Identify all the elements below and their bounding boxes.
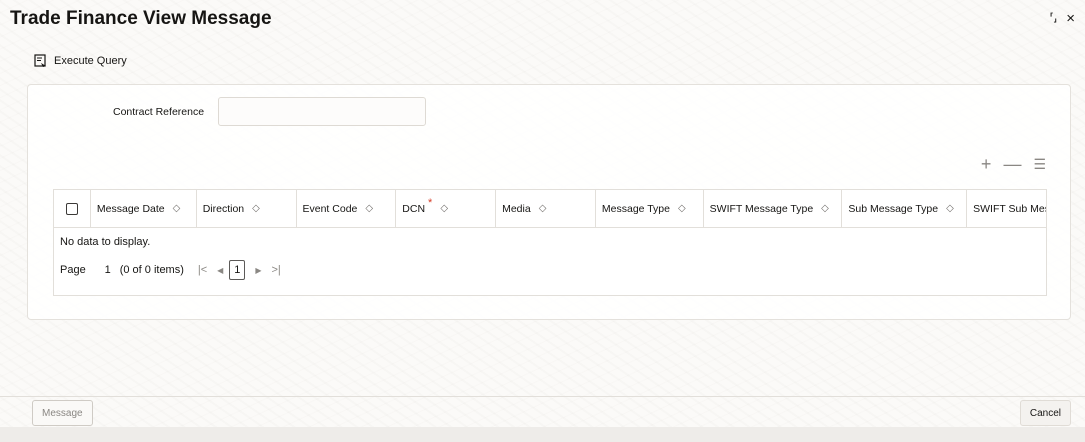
empty-state-text: No data to display.: [60, 236, 151, 248]
query-panel: Contract Reference + — ☰ Message Date ◇ …: [27, 84, 1071, 320]
execute-query-button[interactable]: Execute Query: [34, 54, 127, 68]
column-header-direction[interactable]: Direction ◇: [195, 190, 296, 227]
page-title: Trade Finance View Message: [10, 8, 272, 29]
remove-row-icon[interactable]: —: [1003, 155, 1021, 173]
grid-header: Message Date ◇ Direction ◇ Event Code ◇ …: [54, 190, 1046, 228]
sort-icon: ◇: [946, 203, 954, 214]
column-label: SWIFT Message Type: [709, 202, 814, 215]
select-all-checkbox[interactable]: [65, 202, 78, 215]
column-header-event-code[interactable]: Event Code ◇: [295, 190, 396, 227]
select-all-cell: [54, 190, 90, 227]
columns-list-icon[interactable]: ☰: [1033, 157, 1046, 171]
required-indicator: *: [428, 196, 433, 209]
column-label: Message Date: [96, 202, 165, 215]
current-page-button[interactable]: 1: [229, 260, 246, 280]
column-header-swift-sub-message-type[interactable]: SWIFT Sub Messa: [966, 190, 1046, 227]
column-header-message-type[interactable]: Message Type ◇: [594, 190, 703, 227]
sort-icon: ◇: [538, 203, 547, 214]
page-number-input[interactable]: 1: [100, 264, 116, 276]
expand-icon[interactable]: ⸢⸥: [1050, 13, 1058, 24]
column-header-sub-message-type[interactable]: Sub Message Type ◇: [841, 190, 966, 227]
footer-divider: [0, 396, 1085, 397]
sort-icon: ◇: [172, 203, 181, 214]
column-label: Media: [502, 202, 531, 215]
sort-icon: ◇: [440, 203, 449, 214]
sort-icon: ◇: [252, 203, 260, 214]
column-header-message-date[interactable]: Message Date ◇: [89, 190, 196, 227]
sort-icon: ◇: [365, 203, 374, 214]
contract-reference-input[interactable]: [218, 97, 426, 126]
grid-actions: + — ☰: [981, 155, 1046, 173]
pagination: Page 1 (0 of 0 items) |< ◀ 1 ▶ >|: [54, 260, 1046, 280]
previous-page-icon[interactable]: ◀: [217, 266, 223, 275]
execute-query-label: Execute Query: [54, 55, 127, 67]
column-label: Event Code: [302, 202, 358, 215]
message-button[interactable]: Message: [32, 400, 93, 426]
column-label: Message Type: [601, 202, 670, 215]
next-page-icon[interactable]: ▶: [255, 266, 261, 275]
close-icon[interactable]: ×: [1066, 10, 1075, 27]
add-row-icon[interactable]: +: [981, 155, 992, 173]
column-label: SWIFT Sub Messa: [973, 202, 1046, 215]
last-page-icon[interactable]: >|: [271, 264, 280, 276]
column-label: Sub Message Type: [848, 202, 939, 215]
sort-icon: ◇: [821, 203, 829, 214]
column-header-dcn[interactable]: DCN * ◇: [395, 190, 495, 227]
execute-query-icon: [34, 54, 48, 68]
column-label: Direction: [202, 202, 245, 215]
column-label: DCN: [402, 202, 426, 215]
first-page-icon[interactable]: |<: [198, 264, 207, 276]
page-label: Page: [60, 264, 86, 276]
column-header-media[interactable]: Media ◇: [495, 190, 595, 227]
window-controls: ⸢⸥ ×: [1050, 10, 1075, 27]
item-count: (0 of 0 items): [119, 264, 184, 276]
sort-icon: ◇: [678, 203, 686, 214]
message-grid: Message Date ◇ Direction ◇ Event Code ◇ …: [53, 189, 1047, 296]
column-header-swift-message-type[interactable]: SWIFT Message Type ◇: [702, 190, 842, 227]
contract-reference-label: Contract Reference: [113, 106, 205, 118]
cancel-button[interactable]: Cancel: [1019, 400, 1071, 426]
footer-bar: [0, 427, 1085, 442]
